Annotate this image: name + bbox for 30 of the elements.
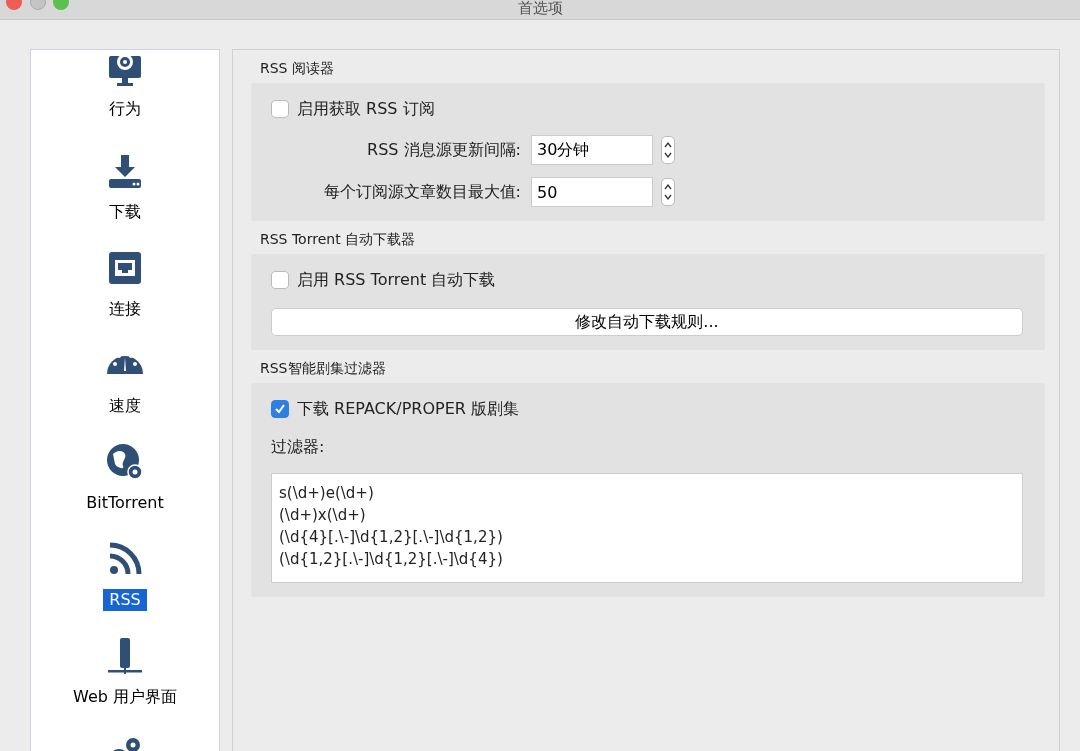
input-field[interactable]: 30分钟 [531, 135, 653, 165]
speedometer-icon [105, 354, 145, 376]
sidebar-item[interactable]: 连接 [103, 248, 147, 345]
checkbox[interactable] [271, 271, 289, 289]
sidebar-item[interactable]: Web 用户界面 [67, 636, 183, 733]
field-label: RSS 消息源更新间隔: [366, 139, 521, 161]
checkbox-label: 下载 REPACK/PROPER 版剧集 [297, 398, 519, 420]
globe-gear-icon [105, 442, 145, 482]
checkbox-label: 启用 RSS Torrent 自动下载 [297, 269, 496, 291]
sidebar-item[interactable]: BitTorrent [80, 442, 170, 539]
sidebar-item[interactable]: 行为 [103, 54, 147, 151]
window-title: 首选项 [516, 0, 564, 19]
group-title: RSS智能剧集过滤器 [260, 359, 387, 378]
input-field[interactable]: 50 [531, 177, 653, 207]
checkmark-icon [274, 403, 286, 415]
checkbox[interactable] [271, 100, 289, 118]
group-title: RSS Torrent 自动下载器 [260, 230, 417, 249]
edit-rules-button[interactable]: 修改自动下载规则... [271, 308, 1023, 336]
stepper-button[interactable] [661, 178, 675, 206]
checkbox[interactable] [271, 400, 289, 418]
server-tower-icon [105, 636, 145, 676]
sidebar-item[interactable]: 下载 [103, 151, 147, 248]
field-label: 每个订阅源文章数目最大值: [322, 181, 521, 203]
sidebar-item[interactable]: RSS [103, 539, 147, 636]
checkbox-label: 启用获取 RSS 订阅 [297, 98, 435, 120]
filter-field[interactable]: s(\d+)e(\d+) (\d+)x(\d+) (\d{4}[.\-]\d{1,2}[.\-]\d{1,2}) (\d{1,2}[.\-]\d{1,2}[.\-]\d{4}) [271, 473, 1023, 583]
filter-label: 过滤器: [271, 436, 326, 458]
sidebar-item[interactable]: 速度 [103, 345, 147, 442]
stepper-button[interactable] [661, 136, 675, 164]
group-title: RSS 阅读器 [260, 59, 335, 78]
